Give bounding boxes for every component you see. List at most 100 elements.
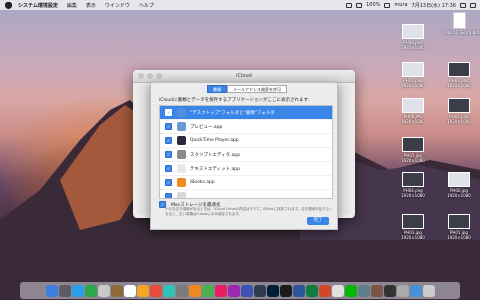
dock-app-icon[interactable] (175, 284, 188, 297)
app-name: スクリプトエディタ.app (190, 152, 241, 158)
app-row[interactable]: ✓ QuickTime Player.app (160, 134, 332, 148)
dock-app-icon[interactable] (136, 284, 149, 297)
app-row[interactable]: ✓ プレビュー.app (160, 120, 332, 134)
spotlight-icon[interactable] (460, 2, 466, 8)
dock-app-icon[interactable] (279, 284, 292, 297)
app-checkbox[interactable]: ✓ (165, 137, 172, 144)
dock-app-icon[interactable] (227, 284, 240, 297)
file-dimensions: 1920×1080 (447, 83, 471, 88)
desktop-file-icon[interactable]: PH01.jpg 1920×1080 (444, 214, 474, 240)
dock-app-icon[interactable] (240, 284, 253, 297)
tab-documents[interactable]: 書類 (207, 85, 227, 93)
dock-app-icon[interactable] (396, 284, 409, 297)
dock-app-icon[interactable] (188, 284, 201, 297)
dock-app-icon[interactable] (253, 284, 266, 297)
dock-app-icon[interactable] (97, 284, 110, 297)
done-button[interactable]: 完了 (307, 217, 329, 225)
dock-app-icon[interactable] (370, 284, 383, 297)
app-checkbox[interactable]: ✓ (165, 151, 172, 158)
app-checkbox[interactable]: ✓ (165, 109, 172, 116)
app-checkbox[interactable]: ✓ (165, 123, 172, 130)
app-icon (177, 122, 186, 131)
app-row[interactable] (160, 190, 332, 198)
menu-app-name[interactable]: システム環境設定 (18, 2, 58, 9)
app-checkbox[interactable] (165, 193, 172, 198)
file-thumbnail-icon (402, 24, 424, 39)
file-dimensions: 1920×1080 (401, 83, 425, 88)
file-thumbnail-icon (402, 62, 424, 77)
app-name: "デスクトップ"フォルダと"書類"フォルダ (190, 110, 275, 116)
dock-app-icon[interactable] (149, 284, 162, 297)
app-row[interactable]: ✓ iBooks.app (160, 176, 332, 190)
dock-app-icon[interactable] (45, 284, 58, 297)
dock-app-icon[interactable] (84, 284, 97, 297)
clock[interactable]: 7月13日(水) 17:36 (412, 2, 456, 9)
file-thumbnail-icon (452, 12, 466, 29)
app-name: QuickTime Player.app (190, 138, 239, 143)
app-icon (177, 164, 186, 173)
apps-list-header: iCloudに書類とデータを保存するアプリケーションがここに表示されます: (159, 98, 310, 103)
dock-app-icon[interactable] (266, 284, 279, 297)
dock-app-icon[interactable] (201, 284, 214, 297)
file-dimensions: 1920×1080 (401, 193, 425, 198)
desktop-file-icon[interactable]: PH03.jpg 1920×1080 (398, 214, 428, 240)
dock-app-icon[interactable] (409, 284, 422, 297)
file-dimensions: 1920×1080 (401, 235, 425, 240)
desktop-file-icon[interactable]: PH05.jpg 1920×1080 (398, 137, 428, 163)
menu-edit[interactable]: 編集 (67, 2, 77, 9)
menu-help[interactable]: ヘルプ (139, 2, 154, 9)
file-dimensions: 1920×1080 (447, 193, 471, 198)
dock-app-icon[interactable] (58, 284, 71, 297)
dock-app-icon[interactable] (383, 284, 396, 297)
app-name: プレビュー.app (190, 124, 223, 130)
notification-center-icon[interactable] (470, 2, 476, 8)
app-row[interactable]: ✓ スクリプトエディタ.app (160, 148, 332, 162)
dock-app-icon[interactable] (357, 284, 370, 297)
dock-app-icon[interactable] (214, 284, 227, 297)
dock-app-icon[interactable] (162, 284, 175, 297)
dock-app-icon[interactable] (344, 284, 357, 297)
app-row[interactable]: ✓ テキストエディット.app (160, 162, 332, 176)
dock-app-icon[interactable] (305, 284, 318, 297)
battery-percent[interactable]: 100% (366, 2, 380, 8)
app-checkbox[interactable]: ✓ (165, 165, 172, 172)
apps-list[interactable]: ✓ "デスクトップ"フォルダと"書類"フォルダ ✓ プレビュー.app ✓ QuickTi… (159, 105, 333, 199)
desktop-file-icon[interactable]: PH08.png 1920×1080 (398, 24, 428, 50)
desktop-file-icon[interactable]: PH01.png 1920×1080 (444, 98, 474, 124)
file-thumbnail-icon (402, 172, 424, 187)
desktop-file-icon[interactable]: macOS Sierra Beta (444, 12, 480, 35)
desktop-file-icon[interactable]: PH02.png 1920×1080 (444, 62, 474, 88)
wifi-icon[interactable] (346, 2, 353, 8)
app-row[interactable]: ✓ "デスクトップ"フォルダと"書類"フォルダ (160, 106, 332, 120)
desktop-file-icon[interactable]: PH07.png 1920×1080 (398, 62, 428, 88)
menu-window[interactable]: ウインドウ (105, 2, 130, 9)
desktop-file-icon[interactable]: PH06.JPG 1920×1080 (398, 98, 428, 124)
tab-bar: 書類 メールアドレス検索を許可 (207, 85, 287, 93)
dock-app-icon[interactable] (110, 284, 123, 297)
file-name: macOS Sierra Beta (444, 30, 480, 35)
volume-icon[interactable] (356, 2, 363, 8)
app-checkbox[interactable]: ✓ (165, 179, 172, 186)
battery-icon[interactable] (384, 2, 391, 8)
dock-app-icon[interactable] (123, 284, 136, 297)
menu-view[interactable]: 表示 (86, 2, 96, 9)
file-dimensions: 1920×1080 (401, 119, 425, 124)
file-dimensions: 1920×1080 (401, 158, 425, 163)
dock-app-icon[interactable] (422, 284, 435, 297)
dock (20, 282, 460, 299)
file-thumbnail-icon (448, 214, 470, 229)
app-icon (177, 136, 186, 145)
desktop-file-icon[interactable]: PH00.jpg 1920×1080 (444, 172, 474, 198)
apple-menu-icon[interactable] (5, 1, 12, 9)
dock-app-icon[interactable] (292, 284, 305, 297)
dock-app-icon[interactable] (318, 284, 331, 297)
user-name[interactable]: mura (394, 2, 407, 8)
dock-app-icon[interactable] (71, 284, 84, 297)
desktop-file-icon[interactable]: PH04.png 1920×1080 (398, 172, 428, 198)
app-name: iBooks.app (190, 180, 215, 185)
tab-look-me-up[interactable]: メールアドレス検索を許可 (227, 85, 287, 93)
file-thumbnail-icon (402, 214, 424, 229)
dock-app-icon[interactable] (331, 284, 344, 297)
app-icon (177, 192, 186, 198)
file-dimensions: 1920×1080 (401, 45, 425, 50)
